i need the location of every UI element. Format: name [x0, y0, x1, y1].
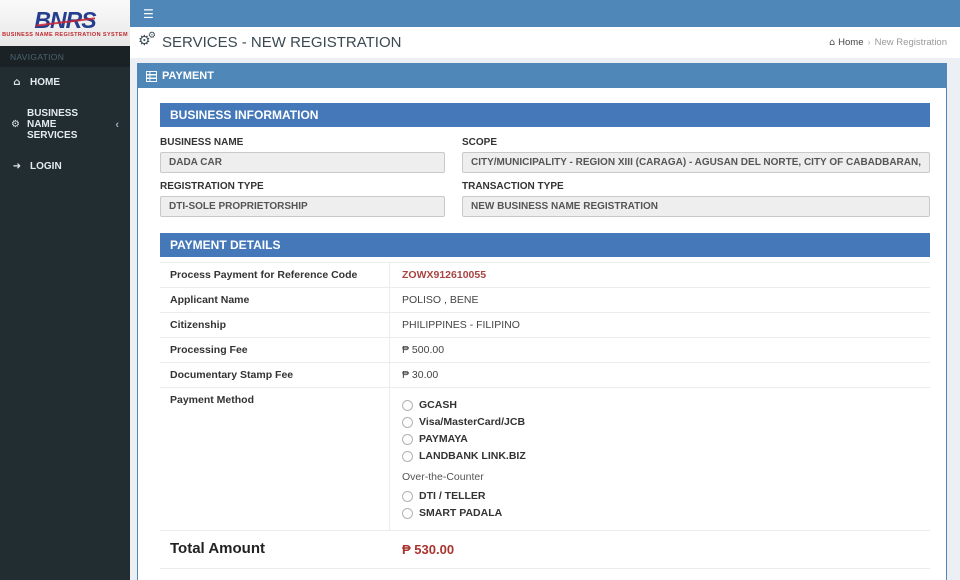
total-amount-value: ₱ 530.00 — [390, 531, 930, 568]
payment-method-options: GCASH Visa/MasterCard/JCB PAYMAYA — [390, 388, 930, 530]
page-header: ⚙⚙ SERVICES - NEW REGISTRATION ⌂ Home › … — [130, 27, 960, 58]
reference-code: ZOWX912610055 — [390, 263, 930, 287]
payment-panel-header: PAYMENT — [138, 64, 946, 88]
payment-panel: PAYMENT BUSINESS INFORMATION BUSINESS NA… — [137, 63, 947, 580]
sidebar-item-label: BUSINESS NAME SERVICES — [27, 108, 108, 141]
scope-input: CITY/MUNICIPALITY - REGION XIII (CARAGA)… — [462, 152, 930, 173]
top-navbar: ☰ — [130, 0, 960, 27]
page-title: ⚙⚙ SERVICES - NEW REGISTRATION — [138, 34, 401, 51]
gears-icon: ⚙⚙ — [138, 35, 156, 51]
sidebar-nav-label: NAVIGATION — [0, 46, 130, 67]
radio-dti-teller[interactable]: DTI / TELLER — [402, 490, 918, 502]
breadcrumb-home-link[interactable]: ⌂ Home — [829, 37, 863, 48]
home-icon: ⌂ — [829, 37, 835, 48]
payment-details-header: PAYMENT DETAILS — [160, 233, 930, 257]
table-row: Processing Fee ₱ 500.00 — [160, 338, 930, 363]
list-icon — [146, 71, 157, 82]
payment-method-row: Payment Method GCASH Visa/MasterCard/JCB — [160, 388, 930, 531]
radio-icon[interactable] — [402, 434, 413, 445]
business-name-input: DADA CAR — [160, 152, 445, 173]
hamburger-menu-icon[interactable]: ☰ — [130, 7, 167, 21]
radio-icon[interactable] — [402, 400, 413, 411]
total-amount-label: Total Amount — [160, 531, 390, 568]
sidebar: BNRS BUSINESS NAME REGISTRATION SYSTEM N… — [0, 0, 130, 580]
sidebar-item-business-name-services[interactable]: ⚙ BUSINESS NAME SERVICES ‹ — [0, 98, 130, 151]
total-amount-row: Total Amount ₱ 530.00 — [160, 531, 930, 569]
gears-icon: ⚙ — [11, 119, 20, 130]
breadcrumb-current: New Registration — [875, 37, 947, 48]
radio-gcash[interactable]: GCASH — [402, 399, 918, 411]
home-icon: ⌂ — [11, 77, 23, 88]
table-row: Applicant Name POLISO , BENE — [160, 288, 930, 313]
over-the-counter-label: Over-the-Counter — [402, 471, 918, 483]
registration-type-input: DTI-SOLE PROPRIETORSHIP — [160, 196, 445, 217]
citizenship: PHILIPPINES - FILIPINO — [390, 313, 930, 337]
chevron-left-icon: ‹ — [115, 121, 119, 129]
app-logo[interactable]: BNRS BUSINESS NAME REGISTRATION SYSTEM — [0, 0, 130, 46]
main-area: ☰ ⚙⚙ SERVICES - NEW REGISTRATION ⌂ Home … — [130, 0, 960, 580]
breadcrumb-separator: › — [867, 37, 870, 48]
payment-panel-body: BUSINESS INFORMATION BUSINESS NAME DADA … — [138, 88, 946, 580]
table-row: Citizenship PHILIPPINES - FILIPINO — [160, 313, 930, 338]
logo-text: BNRS — [34, 9, 95, 31]
radio-icon[interactable] — [402, 451, 413, 462]
field-label: BUSINESS NAME — [160, 137, 445, 148]
field-business-name: BUSINESS NAME DADA CAR — [160, 137, 445, 173]
sign-in-icon: ➜ — [11, 161, 23, 172]
field-label: REGISTRATION TYPE — [160, 181, 445, 192]
sidebar-item-home[interactable]: ⌂ HOME — [0, 67, 130, 98]
business-information-fields: BUSINESS NAME DADA CAR SCOPE CITY/MUNICI… — [160, 129, 930, 217]
breadcrumb: ⌂ Home › New Registration — [829, 37, 947, 48]
radio-paymaya[interactable]: PAYMAYA — [402, 433, 918, 445]
sidebar-item-label: LOGIN — [30, 161, 62, 172]
field-transaction-type: TRANSACTION TYPE NEW BUSINESS NAME REGIS… — [462, 181, 930, 217]
radio-visa-mastercard-jcb[interactable]: Visa/MasterCard/JCB — [402, 416, 918, 428]
content-area: PAYMENT BUSINESS INFORMATION BUSINESS NA… — [130, 58, 960, 580]
business-information-header: BUSINESS INFORMATION — [160, 103, 930, 127]
processing-fee: ₱ 500.00 — [390, 338, 930, 362]
sidebar-item-login[interactable]: ➜ LOGIN — [0, 151, 130, 182]
radio-icon[interactable] — [402, 508, 413, 519]
radio-landbank-linkbiz[interactable]: LANDBANK LINK.BIZ — [402, 450, 918, 462]
field-label: SCOPE — [462, 137, 930, 148]
payment-details-table: Process Payment for Reference Code ZOWX9… — [160, 262, 930, 569]
field-label: TRANSACTION TYPE — [462, 181, 930, 192]
radio-icon[interactable] — [402, 491, 413, 502]
sidebar-item-label: HOME — [30, 77, 60, 88]
radio-smart-padala[interactable]: SMART PADALA — [402, 507, 918, 519]
field-registration-type: REGISTRATION TYPE DTI-SOLE PROPRIETORSHI… — [160, 181, 445, 217]
documentary-stamp-fee: ₱ 30.00 — [390, 363, 930, 387]
applicant-name: POLISO , BENE — [390, 288, 930, 312]
radio-icon[interactable] — [402, 417, 413, 428]
field-scope: SCOPE CITY/MUNICIPALITY - REGION XIII (C… — [462, 137, 930, 173]
transaction-type-input: NEW BUSINESS NAME REGISTRATION — [462, 196, 930, 217]
table-row: Process Payment for Reference Code ZOWX9… — [160, 263, 930, 288]
table-row: Documentary Stamp Fee ₱ 30.00 — [160, 363, 930, 388]
